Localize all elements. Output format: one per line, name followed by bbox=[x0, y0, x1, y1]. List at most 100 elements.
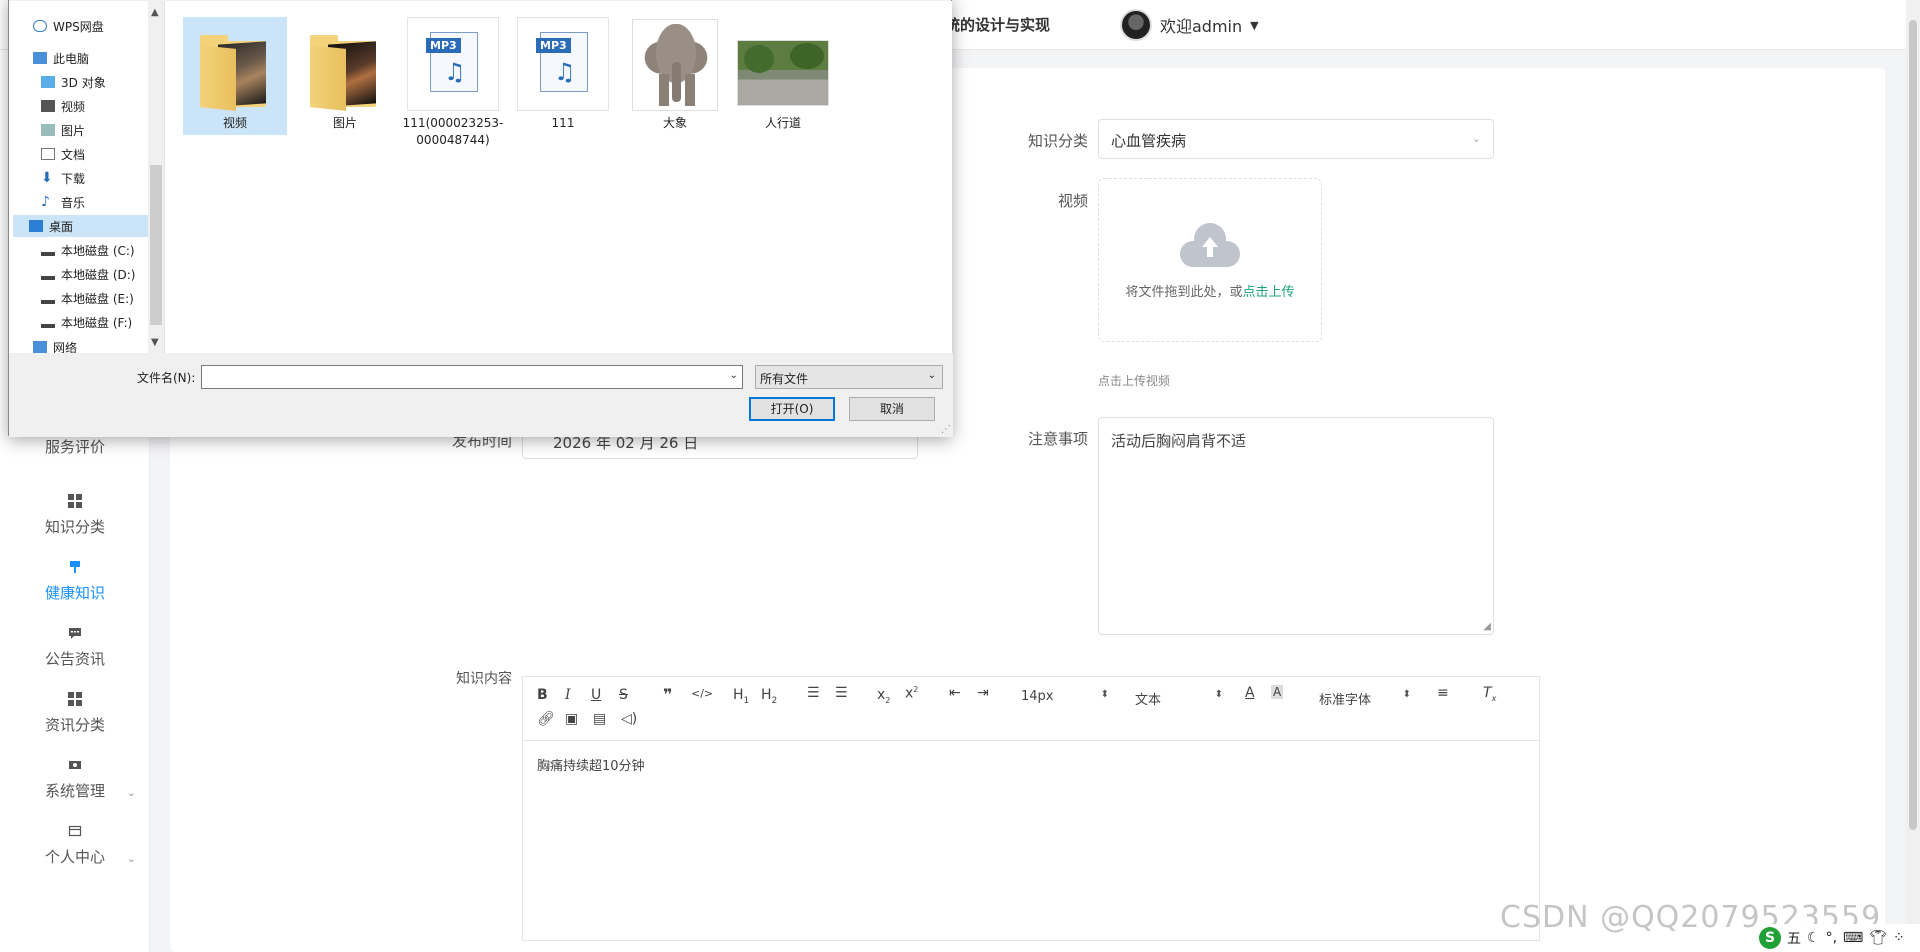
resize-handle[interactable]: ◢ bbox=[1483, 621, 1491, 632]
chevron-down-icon[interactable]: ⌄ bbox=[127, 786, 136, 799]
sidebar-item-announcements[interactable]: 公告资讯 bbox=[0, 626, 150, 686]
file-item-image-elephant[interactable]: 大象 bbox=[623, 17, 727, 132]
navigation-scrollbar[interactable]: ▲ ▼ bbox=[148, 1, 164, 353]
scrollbar-thumb[interactable] bbox=[1909, 20, 1917, 830]
apps-icon[interactable]: ⁘ bbox=[1893, 930, 1905, 946]
block-type-select[interactable]: 文本 ⬍ bbox=[1135, 689, 1223, 708]
font-size-select[interactable]: 14px ⬍ bbox=[1021, 689, 1109, 704]
ordered-list-icon[interactable]: ☰ bbox=[807, 685, 820, 701]
audio-icon[interactable]: ◁) bbox=[621, 711, 637, 727]
notes-textarea[interactable]: 活动后胸闷肩背不适 ◢ bbox=[1098, 417, 1494, 635]
punctuation-icon[interactable]: °, bbox=[1826, 930, 1837, 946]
filename-input[interactable]: ⌄ bbox=[201, 365, 743, 389]
moon-icon[interactable]: ☾ bbox=[1807, 930, 1820, 946]
superscript-button[interactable]: x2 bbox=[905, 685, 918, 702]
chevron-up-icon[interactable]: ▲ bbox=[151, 7, 159, 18]
upload-link[interactable]: 点击上传 bbox=[1243, 285, 1295, 300]
file-name: 视频 bbox=[222, 116, 247, 130]
tree-item-wps-cloud[interactable]: WPS网盘 bbox=[33, 15, 158, 37]
file-item-mp3-clip[interactable]: MP3 ♫ 111(000023253-000048744) bbox=[401, 17, 505, 149]
block-type-value: 文本 bbox=[1135, 693, 1162, 708]
link-icon[interactable]: 🔗︎ bbox=[537, 711, 555, 727]
underline-button[interactable]: U bbox=[591, 687, 601, 703]
tree-item-label: 本地磁盘 (E:) bbox=[61, 291, 134, 306]
grid-icon bbox=[68, 692, 82, 706]
align-icon[interactable]: ≡ bbox=[1437, 685, 1449, 701]
filetype-select[interactable]: 所有文件 ⌄ bbox=[755, 365, 943, 389]
file-item-mp3[interactable]: MP3 ♫ 111 bbox=[511, 17, 615, 132]
open-button[interactable]: 打开(O) bbox=[749, 397, 835, 421]
input-method-icon[interactable]: S bbox=[1759, 927, 1781, 949]
ime-mode[interactable]: 五 bbox=[1787, 928, 1801, 948]
file-list: 视频 图片 MP3 ♫ 111(000023253-000048744) MP3 ♫… bbox=[164, 1, 952, 353]
pin-icon bbox=[70, 561, 80, 573]
drive-icon bbox=[41, 316, 55, 328]
welcome-text[interactable]: 欢迎admin bbox=[1160, 13, 1242, 37]
folder-icon bbox=[297, 17, 393, 111]
sidebar-item-personal-center[interactable]: 个人中心 ⌄ bbox=[0, 824, 150, 884]
sidebar-item-health-knowledge[interactable]: 健康知识 bbox=[0, 560, 150, 620]
outdent-icon[interactable]: ⇤ bbox=[949, 685, 961, 701]
document-icon bbox=[41, 148, 55, 160]
chevron-down-icon[interactable]: ⌄ bbox=[730, 370, 738, 381]
image-icon[interactable]: ▣ bbox=[565, 711, 578, 727]
clear-format-icon[interactable]: Tx bbox=[1483, 685, 1496, 703]
italic-button[interactable]: I bbox=[565, 687, 571, 703]
category-label: 知识分类 bbox=[1027, 132, 1088, 150]
font-family-select[interactable]: 标准字体 ⬍ bbox=[1319, 689, 1411, 708]
sidebar-item-service-review[interactable]: 服务评价 bbox=[0, 428, 150, 488]
tree-item-label: 3D 对象 bbox=[61, 75, 106, 90]
caret-down-icon[interactable]: ▼ bbox=[1250, 19, 1258, 32]
heading2-button[interactable]: H2 bbox=[761, 687, 777, 706]
tree-item-label: WPS网盘 bbox=[53, 19, 104, 34]
heading1-button[interactable]: H1 bbox=[733, 687, 749, 706]
content-label: 知识内容 bbox=[456, 671, 512, 687]
chevron-down-icon[interactable]: ▼ bbox=[151, 337, 159, 348]
sidebar-item-label: 健康知识 bbox=[44, 584, 105, 602]
audio-file-icon: MP3 ♫ bbox=[515, 17, 611, 111]
bold-button[interactable]: B bbox=[537, 687, 548, 703]
code-block-button[interactable]: </> bbox=[691, 687, 713, 700]
subscript-button[interactable]: x2 bbox=[877, 687, 890, 705]
bullet-list-icon[interactable]: ☰ bbox=[835, 685, 848, 701]
editor-content[interactable]: 胸痛持续超10分钟 bbox=[523, 741, 1539, 788]
scrollbar-thumb[interactable] bbox=[150, 165, 162, 325]
sidebar-item-system-management[interactable]: 系统管理 ⌄ bbox=[0, 758, 150, 818]
sidebar-item-knowledge-category[interactable]: 知识分类 bbox=[0, 494, 150, 554]
chevron-down-icon[interactable]: ⌄ bbox=[127, 852, 136, 865]
file-item-folder-videos[interactable]: 视频 bbox=[183, 17, 287, 135]
folder-icon bbox=[187, 17, 283, 111]
resize-grip-icon[interactable]: ⋰ bbox=[941, 424, 951, 435]
cancel-button[interactable]: 取消 bbox=[849, 397, 935, 421]
drive-icon bbox=[41, 292, 55, 304]
video-upload-dropzone[interactable]: 将文件拖到此处，或点击上传 bbox=[1098, 178, 1322, 342]
download-icon: ⬇ bbox=[41, 170, 53, 186]
keyboard-icon[interactable]: ⌨ bbox=[1843, 930, 1863, 946]
font-family-value: 标准字体 bbox=[1319, 693, 1372, 708]
updown-icon: ⬍ bbox=[1402, 689, 1411, 700]
tree-item-label: 此电脑 bbox=[53, 51, 90, 66]
indent-icon[interactable]: ⇥ bbox=[977, 685, 989, 701]
tree-item-label: 网络 bbox=[53, 341, 78, 353]
navigation-pane: WPS网盘 此电脑 3D 对象 视频 图片 文档 ⬇ 下载 ♪ 音乐 桌面 本地磁盘… bbox=[9, 1, 164, 353]
file-item-image-sidewalk[interactable]: 人行道 bbox=[731, 17, 835, 132]
grid-icon bbox=[68, 494, 82, 508]
tree-item-desktop[interactable]: 桌面 bbox=[13, 215, 153, 237]
tree-item-label: 桌面 bbox=[49, 219, 74, 234]
upload-tip: 点击上传视频 bbox=[1098, 374, 1171, 388]
text-color-icon[interactable]: A bbox=[1245, 685, 1255, 701]
quote-button[interactable]: ❞ bbox=[663, 685, 672, 704]
background-color-icon[interactable]: A bbox=[1271, 685, 1284, 699]
tree-item-this-pc[interactable]: 此电脑 bbox=[33, 47, 158, 69]
video-icon[interactable]: ▤ bbox=[593, 711, 606, 727]
tree-item-network[interactable]: 网络 bbox=[33, 341, 158, 353]
sidebar-item-news-category[interactable]: 资讯分类 bbox=[0, 692, 150, 752]
strike-button[interactable]: S bbox=[619, 687, 628, 703]
avatar[interactable] bbox=[1120, 9, 1152, 41]
category-select[interactable]: 心血管疾病 ⌄ bbox=[1098, 119, 1494, 159]
file-item-folder-pictures[interactable]: 图片 bbox=[293, 17, 397, 135]
user-menu[interactable]: 欢迎admin ▼ bbox=[1120, 9, 1259, 41]
page-scrollbar[interactable] bbox=[1906, 0, 1920, 952]
cloud-icon bbox=[33, 20, 47, 32]
skin-icon[interactable]: 👕︎ bbox=[1869, 930, 1887, 946]
